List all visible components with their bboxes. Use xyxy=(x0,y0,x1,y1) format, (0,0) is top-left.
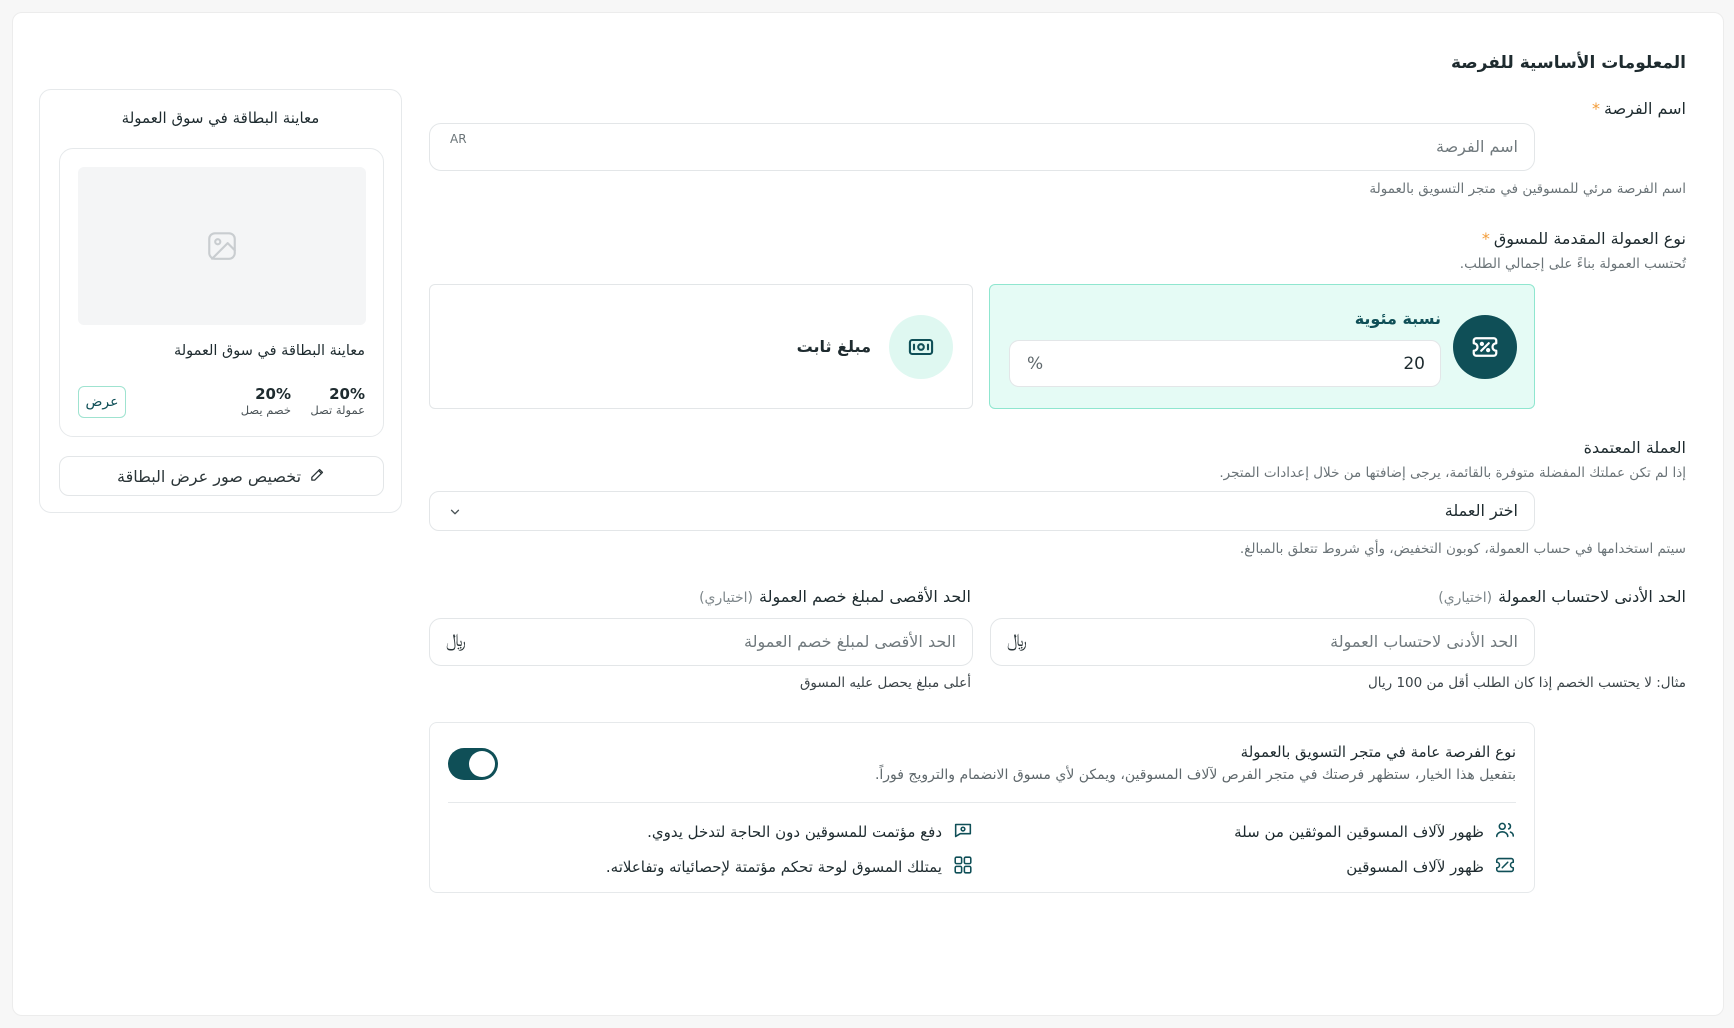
discount-value: 20% xyxy=(255,385,291,403)
commission-type-label-text: نوع العمولة المقدمة للمسوق xyxy=(1493,229,1686,248)
preview-card: معاينة البطاقة في سوق العمولة 20% عمولة … xyxy=(59,148,384,437)
public-opportunity-toggle[interactable] xyxy=(448,748,498,780)
feature-item: ظهور لآلاف المسوقين الموثقين من سلة xyxy=(1234,819,1516,845)
percent-suffix: % xyxy=(1027,354,1044,374)
max-commission-input[interactable]: الحد الأقصى لمبلغ خصم العمولة ﷼ xyxy=(429,618,973,666)
users-icon xyxy=(1494,819,1516,845)
percentage-input[interactable]: 20 % xyxy=(1009,340,1441,387)
commission-stat: 20% عمولة تصل xyxy=(310,385,365,417)
fixed-amount-label: مبلغ ثابت xyxy=(796,337,871,356)
riyal-icon: ﷼ xyxy=(1007,630,1027,651)
percent-ticket-icon xyxy=(1453,315,1517,379)
percentage-label: نسبة مئوية xyxy=(1354,309,1441,328)
currency-placeholder: اختر العملة xyxy=(1444,501,1518,520)
commission-type-hint: تُحتسب العمولة بناءً على إجمالي الطلب. xyxy=(1459,256,1686,272)
currency-note: سيتم استخدامها في حساب العمولة، كوبون ال… xyxy=(1239,541,1686,557)
name-label-text: اسم الفرصة xyxy=(1604,99,1686,118)
discount-stat: 20% خصم يصل xyxy=(241,385,291,417)
percentage-option[interactable]: نسبة مئوية 20 % xyxy=(989,284,1535,409)
customize-card-images-button[interactable]: تخصيص صور عرض البطاقة xyxy=(59,456,384,496)
feature-item: ظهور لآلاف المسوقين xyxy=(1346,854,1516,880)
dashboard-icon xyxy=(952,854,974,880)
view-button[interactable]: عرض xyxy=(78,386,126,418)
name-placeholder: اسم الفرصة xyxy=(1436,137,1518,156)
payment-icon xyxy=(952,819,974,845)
max-commission-label: الحد الأقصى لمبلغ خصم العمولة (اختياري) xyxy=(699,587,971,606)
name-hint: اسم الفرصة مرئي للمسوقين في متجر التسويق… xyxy=(1369,181,1686,197)
cash-icon xyxy=(889,315,953,379)
form-card: المعلومات الأساسية للفرصة اسم الفرصة* اس… xyxy=(12,12,1724,1016)
toggle-knob xyxy=(469,751,495,777)
public-opportunity-title: نوع الفرصة عامة في متجر التسويق بالعمولة xyxy=(1240,743,1516,761)
edit-pen-icon xyxy=(309,466,326,487)
feature-item: يمتلك المسوق لوحة تحكم مؤتمتة لإحصائياته… xyxy=(606,854,974,880)
max-commission-label-text: الحد الأقصى لمبلغ خصم العمولة xyxy=(758,587,971,606)
min-commission-placeholder: الحد الأدنى لاحتساب العمولة xyxy=(1330,632,1518,651)
riyal-icon: ﷼ xyxy=(446,630,466,651)
preview-title: معاينة البطاقة في سوق العمولة xyxy=(121,109,320,127)
optional-tag: (اختياري) xyxy=(699,590,753,606)
commission-value: 20% xyxy=(329,385,365,403)
required-mark: * xyxy=(1481,229,1490,248)
opportunity-name-input[interactable]: اسم الفرصة AR xyxy=(429,123,1535,171)
optional-tag: (اختياري) xyxy=(1438,590,1493,606)
discount-caption: خصم يصل xyxy=(240,403,291,417)
currency-label: العملة المعتمدة xyxy=(1583,438,1686,457)
preview-card-title: معاينة البطاقة في سوق العمولة xyxy=(173,343,365,359)
feature-item: دفع مؤتمت للمسوقين دون الحاجة لتدخل يدوي… xyxy=(647,819,974,845)
feature-text: ظهور لآلاف المسوقين الموثقين من سلة xyxy=(1234,823,1484,841)
ticket-percent-icon xyxy=(1494,854,1516,880)
min-commission-input[interactable]: الحد الأدنى لاحتساب العمولة ﷼ xyxy=(990,618,1535,666)
min-commission-hint: مثال: لا يحتسب الخصم إذا كان الطلب أقل م… xyxy=(1367,675,1686,691)
min-commission-label-text: الحد الأدنى لاحتساب العمولة xyxy=(1498,587,1686,606)
public-opportunity-description: بتفعيل هذا الخيار، ستظهر فرصتك في متجر ا… xyxy=(874,767,1516,783)
card-preview-panel: معاينة البطاقة في سوق العمولة معاينة الب… xyxy=(39,89,402,513)
max-commission-hint: أعلى مبلغ يحصل عليه المسوق xyxy=(799,675,971,691)
chevron-down-icon xyxy=(448,504,462,523)
image-icon xyxy=(205,229,239,267)
name-label: اسم الفرصة* xyxy=(1592,99,1686,118)
customize-label: تخصيص صور عرض البطاقة xyxy=(117,466,302,486)
feature-text: دفع مؤتمت للمسوقين دون الحاجة لتدخل يدوي… xyxy=(647,823,942,841)
commission-type-label: نوع العمولة المقدمة للمسوق* xyxy=(1482,229,1686,248)
max-commission-placeholder: الحد الأقصى لمبلغ خصم العمولة xyxy=(743,632,956,651)
section-title: المعلومات الأساسية للفرصة xyxy=(1450,53,1686,73)
currency-hint: إذا لم تكن عملتك المفضلة متوفرة بالقائمة… xyxy=(1219,465,1686,481)
public-opportunity-box: نوع الفرصة عامة في متجر التسويق بالعمولة… xyxy=(429,722,1535,893)
required-mark: * xyxy=(1592,99,1600,118)
image-placeholder xyxy=(78,167,366,325)
feature-text: يمتلك المسوق لوحة تحكم مؤتمتة لإحصائياته… xyxy=(605,858,942,876)
feature-text: ظهور لآلاف المسوقين xyxy=(1346,858,1484,876)
divider xyxy=(448,802,1516,803)
currency-select[interactable]: اختر العملة xyxy=(429,491,1535,531)
fixed-amount-option[interactable]: مبلغ ثابت xyxy=(429,284,973,409)
commission-caption: عمولة تصل xyxy=(310,403,365,417)
min-commission-label: الحد الأدنى لاحتساب العمولة (اختياري) xyxy=(1438,587,1686,606)
language-badge[interactable]: AR xyxy=(450,132,467,146)
percentage-value: 20 xyxy=(1403,354,1425,374)
